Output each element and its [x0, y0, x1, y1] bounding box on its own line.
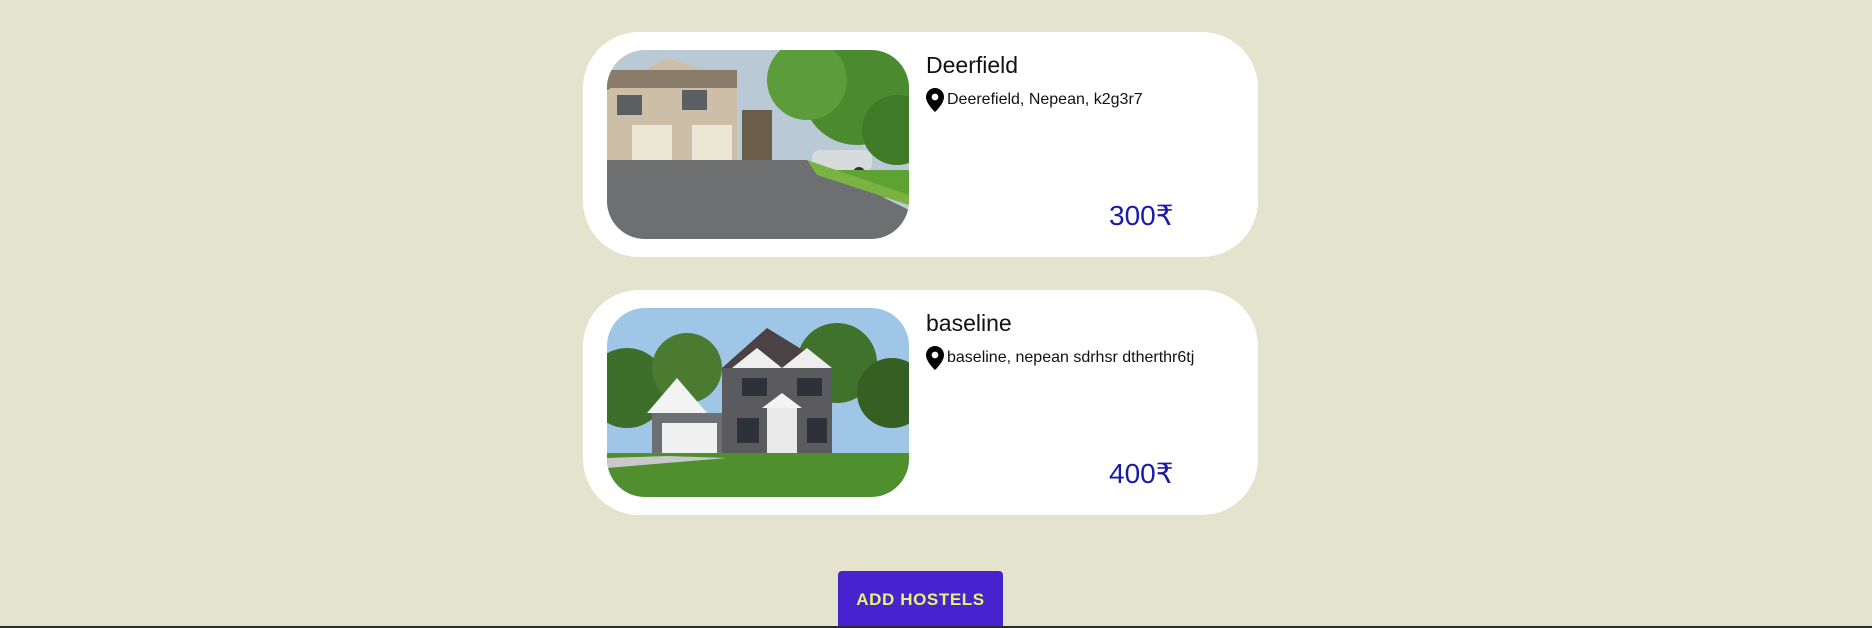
- listing-title: Deerfield: [926, 52, 1019, 78]
- listing-card[interactable]: Deerfield Deerefield, Nepean, k2g3r7 300…: [583, 32, 1258, 257]
- listing-photo[interactable]: [607, 308, 909, 497]
- add-hostels-button[interactable]: ADD HOSTELS: [838, 571, 1003, 628]
- listing-price: 300₹: [1109, 200, 1174, 231]
- house-photo: [607, 308, 909, 497]
- listing-card[interactable]: baseline baseline, nepean sdrhsr dtherth…: [583, 290, 1258, 515]
- location-pin-icon: [926, 346, 944, 370]
- listing-title: baseline: [926, 310, 1012, 336]
- listing-address-text: baseline, nepean sdrhsr dtherthr6tj: [947, 349, 1195, 366]
- listing-price: 400₹: [1109, 458, 1174, 489]
- listing-photo[interactable]: [607, 50, 909, 239]
- location-pin-icon: [926, 88, 944, 112]
- listing-address: Deerefield, Nepean, k2g3r7: [926, 88, 1143, 112]
- listing-address: baseline, nepean sdrhsr dtherthr6tj: [926, 346, 1194, 370]
- townhouse-photo: [607, 50, 909, 239]
- listing-address-text: Deerefield, Nepean, k2g3r7: [947, 91, 1143, 108]
